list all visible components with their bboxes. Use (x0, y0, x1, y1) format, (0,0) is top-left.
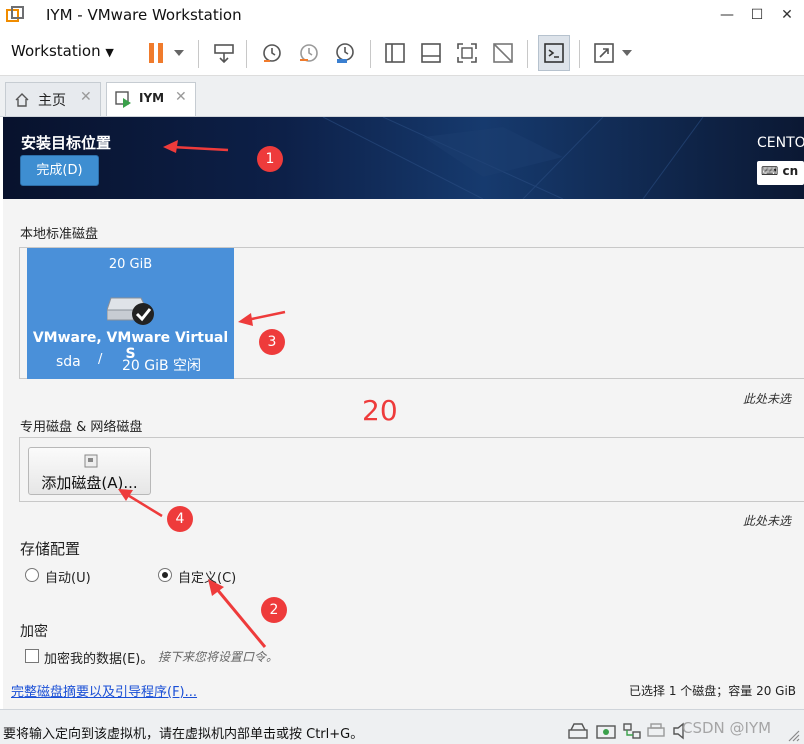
toolbar-separator (198, 40, 199, 68)
vm-running-icon (115, 91, 131, 108)
header-background (322, 117, 704, 199)
disk-sda-tile[interactable]: 20 GiB VMware, VMware Virtual S sda / 20… (27, 248, 234, 379)
toolbar-separator (579, 40, 580, 68)
watermark: CSDN @IYM (682, 719, 772, 737)
done-button[interactable]: 完成(D) (20, 155, 99, 186)
local-disks-heading: 本地标准磁盘 (20, 227, 99, 242)
printer-status-icon[interactable] (646, 722, 666, 740)
pause-icon[interactable] (145, 41, 169, 65)
network-status-icon[interactable] (622, 722, 642, 740)
terminal-icon (544, 43, 564, 63)
disk-separator: / (98, 352, 103, 367)
hard-disk-status-icon[interactable] (568, 722, 588, 740)
toolbar-separator (246, 40, 247, 68)
sidebar-toggle-icon[interactable] (383, 41, 407, 65)
window-title: IYM - VMware Workstation (46, 6, 242, 24)
annotation-badge-2: 2 (261, 597, 287, 623)
keyboard-icon: ⌨ (761, 164, 779, 178)
encryption-heading: 加密 (20, 624, 48, 640)
tab-home-label: 主页 (38, 93, 66, 109)
installer-content: 本地标准磁盘 20 GiB VMware, VMware Virtual S s… (3, 199, 804, 709)
add-disk-label: 添加磁盘(A)... (41, 474, 138, 492)
encrypt-checkbox[interactable] (25, 649, 39, 663)
encrypt-hint: 接下来您将设置口令。 (158, 650, 279, 664)
special-disks-panel: 添加磁盘(A)... (19, 437, 804, 502)
tab-home[interactable]: 主页 ✕ (5, 82, 101, 116)
title-bar: IYM - VMware Workstation — ☐ ✕ (0, 0, 804, 30)
stretch-icon[interactable] (592, 41, 616, 65)
cd-drive-status-icon[interactable] (596, 722, 616, 740)
chevron-down-icon[interactable] (621, 48, 633, 58)
workstation-menu-label: Workstation (11, 42, 101, 60)
storage-config-heading: 存储配置 (20, 540, 81, 558)
minimize-button[interactable]: — (716, 4, 738, 26)
auto-radio-label[interactable]: 自动(U) (45, 567, 91, 586)
selection-summary: 已选择 1 个磁盘；容量 20 GiB (629, 684, 797, 698)
close-button[interactable]: ✕ (776, 4, 798, 26)
hard-disk-selected-icon (107, 297, 154, 325)
terminal-button[interactable] (538, 35, 570, 71)
annotation-note: 20 (362, 394, 398, 427)
os-label: CENTO (757, 135, 804, 151)
revert-snapshot-icon[interactable] (297, 41, 321, 65)
resize-grip-icon[interactable] (786, 728, 800, 742)
annotation-badge-1: 1 (257, 146, 283, 172)
status-bar: 要将输入定向到该虚拟机，请在虚拟机内部单击或按 Ctrl+G。 CSDN @IY… (0, 709, 804, 744)
toolbar-separator (370, 40, 371, 68)
encrypt-checkbox-label[interactable]: 加密我的数据(E)。 (44, 648, 153, 667)
custom-radio[interactable] (158, 568, 172, 582)
close-icon[interactable]: ✕ (80, 89, 92, 105)
console-view-icon[interactable] (419, 41, 443, 65)
full-screen-icon[interactable] (455, 41, 479, 65)
tab-iym[interactable]: IYM ✕ (106, 82, 196, 116)
disk-size: 20 GiB (108, 257, 153, 272)
disk-free-space: 20 GiB 空闲 (122, 358, 202, 374)
local-disks-panel: 20 GiB VMware, VMware Virtual S sda / 20… (19, 247, 804, 379)
special-disks-heading: 专用磁盘 & 网络磁盘 (20, 420, 143, 435)
tab-iym-label: IYM (139, 91, 165, 105)
installer-header: 安装目标位置 完成(D) CENTO ⌨ cn (3, 117, 804, 199)
snapshot-icon[interactable] (260, 41, 284, 65)
chevron-down-icon[interactable] (173, 48, 185, 58)
not-selected-note: 此处未选 (743, 514, 792, 528)
snapshot-manager-icon[interactable] (333, 41, 357, 65)
page-title: 安装目标位置 (21, 134, 112, 152)
unity-icon[interactable] (491, 41, 515, 65)
add-disk-button[interactable]: 添加磁盘(A)... (28, 447, 151, 495)
workstation-menu[interactable]: Workstation ▼ (11, 42, 114, 60)
keyboard-layout-indicator[interactable]: ⌨ cn (757, 161, 804, 185)
disk-device: sda (56, 354, 81, 370)
custom-radio-label[interactable]: 自定义(C) (178, 567, 236, 586)
send-keys-icon[interactable] (212, 41, 236, 65)
tab-bar: 主页 ✕ IYM ✕ (0, 76, 804, 117)
home-icon (15, 93, 29, 107)
disk-summary-link[interactable]: 完整磁盘摘要以及引导程序(F)... (11, 681, 197, 700)
keyboard-layout-label: cn (782, 164, 799, 178)
maximize-button[interactable]: ☐ (746, 4, 768, 26)
status-message: 要将输入定向到该虚拟机，请在虚拟机内部单击或按 Ctrl+G。 (3, 727, 364, 742)
annotation-badge-4: 4 (167, 506, 193, 532)
annotation-badge-3: 3 (259, 329, 285, 355)
toolbar: Workstation ▼ (0, 30, 804, 76)
not-selected-note: 此处未选 (743, 392, 792, 406)
auto-radio[interactable] (25, 568, 39, 582)
toolbar-separator (527, 40, 528, 68)
chevron-down-icon: ▼ (105, 46, 114, 59)
close-icon[interactable]: ✕ (175, 89, 187, 105)
disk-icon (84, 454, 98, 468)
vmware-logo-icon (6, 6, 24, 22)
